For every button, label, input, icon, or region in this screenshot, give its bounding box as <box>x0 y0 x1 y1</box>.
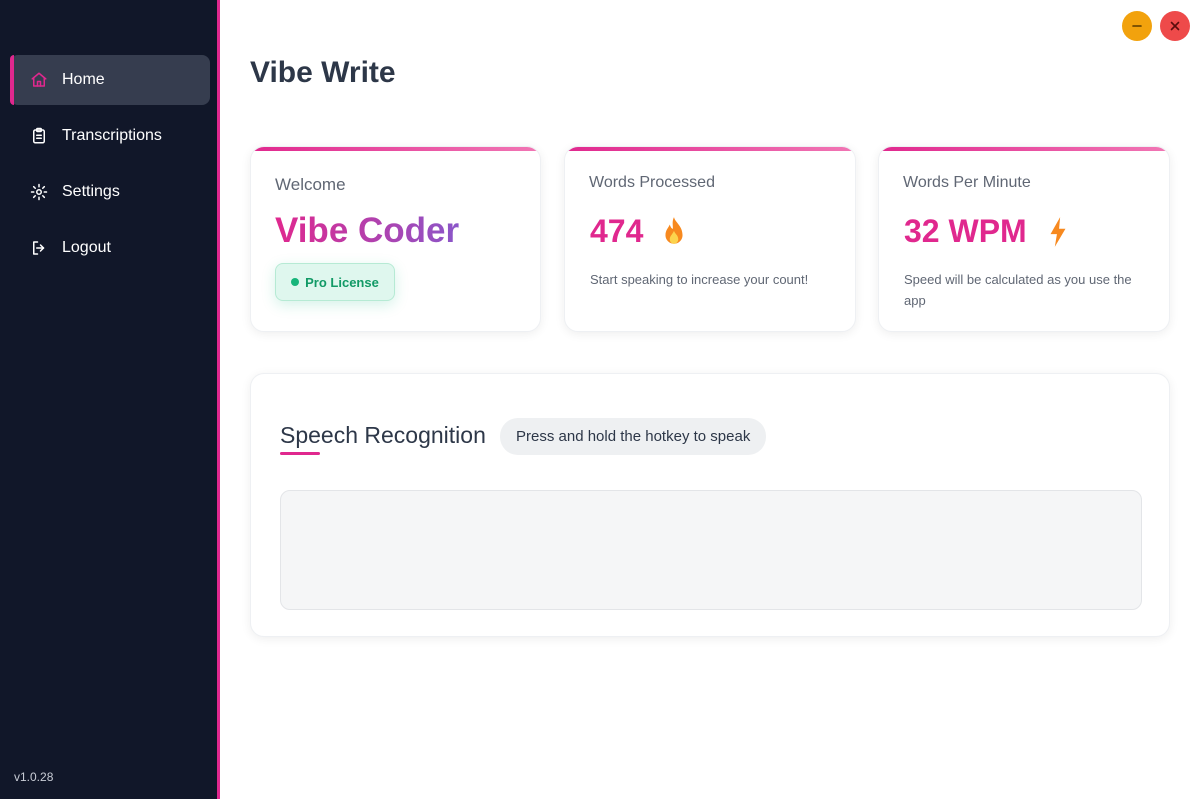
words-per-minute-hint: Speed will be calculated as you use the … <box>904 272 1132 308</box>
speech-recognition-card: Speech Recognition Press and hold the ho… <box>250 373 1170 637</box>
minimize-icon <box>1132 25 1142 27</box>
words-processed-stat: 474 <box>590 213 689 250</box>
sidebar-item-label: Logout <box>62 239 111 256</box>
logout-icon <box>30 239 48 257</box>
license-badge: Pro License <box>275 263 395 301</box>
hotkey-hint-badge: Press and hold the hotkey to speak <box>500 418 767 455</box>
home-icon <box>30 71 48 89</box>
sidebar-item-logout[interactable]: Logout <box>10 223 210 273</box>
sidebar: Home Transcriptions Settings Logout v1.0… <box>0 0 220 799</box>
words-processed-label: Words Processed <box>589 174 715 191</box>
card-accent-bar <box>879 147 1169 151</box>
words-processed-hint: Start speaking to increase your count! <box>590 272 809 287</box>
sidebar-nav: Home Transcriptions Settings Logout <box>10 55 210 279</box>
clipboard-icon <box>30 127 48 145</box>
close-icon <box>1170 21 1180 31</box>
card-accent-bar <box>565 147 855 151</box>
sidebar-item-transcriptions[interactable]: Transcriptions <box>10 111 210 161</box>
welcome-label: Welcome <box>275 175 346 194</box>
words-processed-card: Words Processed 474 Start speaking to in… <box>564 146 856 332</box>
sidebar-item-label: Transcriptions <box>62 127 162 144</box>
words-per-minute-label: Words Per Minute <box>903 174 1031 191</box>
page-title: Vibe Write <box>250 56 396 89</box>
words-per-minute-stat: 32 WPM <box>904 213 1073 250</box>
sidebar-item-settings[interactable]: Settings <box>10 167 210 217</box>
speech-recognition-title: Speech Recognition <box>280 422 486 448</box>
words-per-minute-value: 32 WPM <box>904 213 1027 249</box>
card-accent-bar <box>251 147 540 151</box>
fire-icon <box>659 215 689 249</box>
close-button[interactable] <box>1160 11 1190 41</box>
username: Vibe Coder <box>275 211 460 250</box>
gear-icon <box>30 183 48 201</box>
license-label: Pro License <box>305 274 379 290</box>
welcome-card: Welcome Vibe Coder Pro License <box>250 146 541 332</box>
lightning-icon <box>1043 215 1073 249</box>
sidebar-item-label: Home <box>62 71 105 88</box>
words-per-minute-card: Words Per Minute 32 WPM Speed will be ca… <box>878 146 1170 332</box>
words-processed-value: 474 <box>590 213 644 249</box>
transcript-output[interactable] <box>280 490 1142 610</box>
sidebar-item-label: Settings <box>62 183 120 200</box>
version-label: v1.0.28 <box>14 770 54 784</box>
title-underline <box>280 452 320 455</box>
status-dot-icon <box>291 278 300 286</box>
minimize-button[interactable] <box>1122 11 1152 41</box>
sidebar-item-home[interactable]: Home <box>10 55 210 105</box>
